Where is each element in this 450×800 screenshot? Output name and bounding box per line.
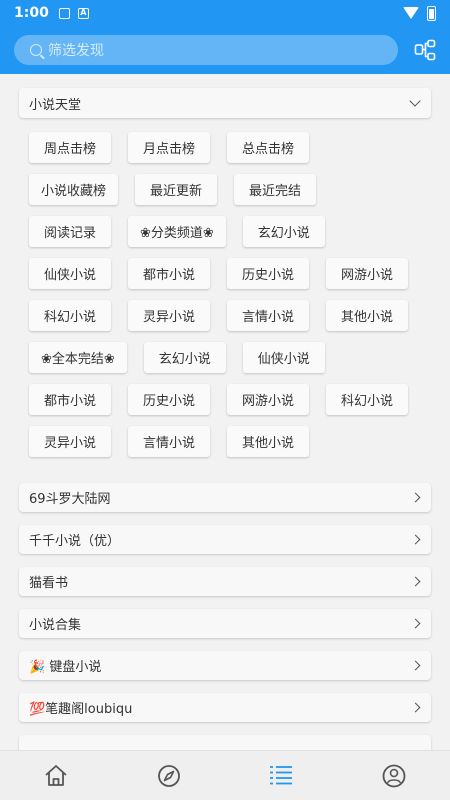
chevron-down-icon xyxy=(409,95,421,107)
app-bar: 筛选发现 xyxy=(0,26,450,74)
nav-profile[interactable] xyxy=(338,751,450,800)
nav-list[interactable] xyxy=(225,751,338,800)
chevron-right-icon xyxy=(410,492,421,503)
group-header-qianqian[interactable]: 千千小说（优） xyxy=(19,525,431,554)
tag-button[interactable]: 言情小说 xyxy=(227,300,309,331)
chevron-right-icon xyxy=(410,534,421,545)
tag-button[interactable]: 科幻小说 xyxy=(29,300,111,331)
tag-button[interactable]: 玄幻小说 xyxy=(242,216,325,247)
user-icon xyxy=(382,764,406,787)
app-notification-icon: A xyxy=(77,7,89,19)
tag-button[interactable]: 小说收藏榜 xyxy=(29,174,119,205)
tag-button[interactable]: 灵异小说 xyxy=(128,300,210,331)
home-icon xyxy=(45,764,67,786)
tag-button[interactable]: 历史小说 xyxy=(227,258,309,289)
group-header-xiaoshuotiantang[interactable]: 小说天堂 xyxy=(19,88,431,118)
group-title: 猫看书 xyxy=(29,576,69,591)
bottom-nav xyxy=(0,750,450,800)
chevron-right-icon xyxy=(410,660,421,671)
group-title: 💯笔趣阁loubiqu xyxy=(29,702,133,717)
chevron-right-icon xyxy=(410,702,421,713)
chevron-right-icon xyxy=(410,618,421,629)
battery-icon xyxy=(427,5,436,21)
tag-button[interactable]: 都市小说 xyxy=(29,384,111,415)
group-header-biquge[interactable]: 💯笔趣阁loubiqu xyxy=(19,693,431,722)
tag-button[interactable]: 仙侠小说 xyxy=(242,342,325,373)
tag-button[interactable]: 最近完结 xyxy=(234,174,317,205)
tag-button[interactable]: 最近更新 xyxy=(135,174,218,205)
image-notification-icon xyxy=(58,7,70,19)
share-tree-icon xyxy=(414,39,436,61)
share-tree-button[interactable] xyxy=(410,35,440,65)
tag-button[interactable]: 科幻小说 xyxy=(326,384,408,415)
group-title: 小说天堂 xyxy=(29,97,82,113)
status-time: 1:00 xyxy=(14,5,49,21)
compass-icon xyxy=(157,764,180,787)
tag-list: 周点击榜 月点击榜 总点击榜 小说收藏榜 最近更新 最近完结 阅读记录 ❀分类频… xyxy=(19,118,431,470)
group-title: 千千小说（优） xyxy=(29,534,121,549)
tag-button[interactable]: 网游小说 xyxy=(227,384,309,415)
group-header-jianpan[interactable]: 🎉 键盘小说 xyxy=(19,651,431,680)
tag-button[interactable]: ❀分类频道❀ xyxy=(128,216,226,247)
nav-discover[interactable] xyxy=(113,751,226,800)
tag-button[interactable]: 网游小说 xyxy=(326,258,408,289)
wifi-icon xyxy=(403,7,419,19)
tag-button[interactable]: ❀全本完结❀ xyxy=(29,342,127,373)
group-header-partial[interactable] xyxy=(19,735,431,750)
tag-button[interactable]: 玄幻小说 xyxy=(143,342,226,373)
tag-button[interactable]: 其他小说 xyxy=(227,426,309,457)
group-title: 小说合集 xyxy=(29,618,82,633)
group-title: 69斗罗大陆网 xyxy=(29,492,111,507)
search-input[interactable]: 筛选发现 xyxy=(14,35,398,65)
discover-list: 小说天堂 周点击榜 月点击榜 总点击榜 小说收藏榜 最近更新 最近完结 阅读记录… xyxy=(0,74,450,750)
search-placeholder: 筛选发现 xyxy=(48,43,104,59)
group-header-69douluo[interactable]: 69斗罗大陆网 xyxy=(19,483,431,512)
tag-button[interactable]: 灵异小说 xyxy=(29,426,111,457)
tag-button[interactable]: 其他小说 xyxy=(326,300,408,331)
tag-button[interactable]: 都市小说 xyxy=(128,258,210,289)
group-header-heji[interactable]: 小说合集 xyxy=(19,609,431,638)
search-icon xyxy=(30,44,42,56)
tag-button[interactable]: 周点击榜 xyxy=(29,132,111,163)
tag-button[interactable]: 月点击榜 xyxy=(128,132,210,163)
tag-button[interactable]: 历史小说 xyxy=(128,384,210,415)
status-bar: 1:00 A xyxy=(0,0,450,26)
list-icon xyxy=(270,765,293,784)
tag-button[interactable]: 仙侠小说 xyxy=(29,258,111,289)
tag-button[interactable]: 阅读记录 xyxy=(29,216,111,247)
group-header-maokanshu[interactable]: 猫看书 xyxy=(19,567,431,596)
chevron-right-icon xyxy=(410,576,421,587)
tag-button[interactable]: 言情小说 xyxy=(128,426,210,457)
tag-button[interactable]: 总点击榜 xyxy=(227,132,309,163)
group-title: 🎉 键盘小说 xyxy=(29,660,102,675)
nav-home[interactable] xyxy=(0,751,113,800)
